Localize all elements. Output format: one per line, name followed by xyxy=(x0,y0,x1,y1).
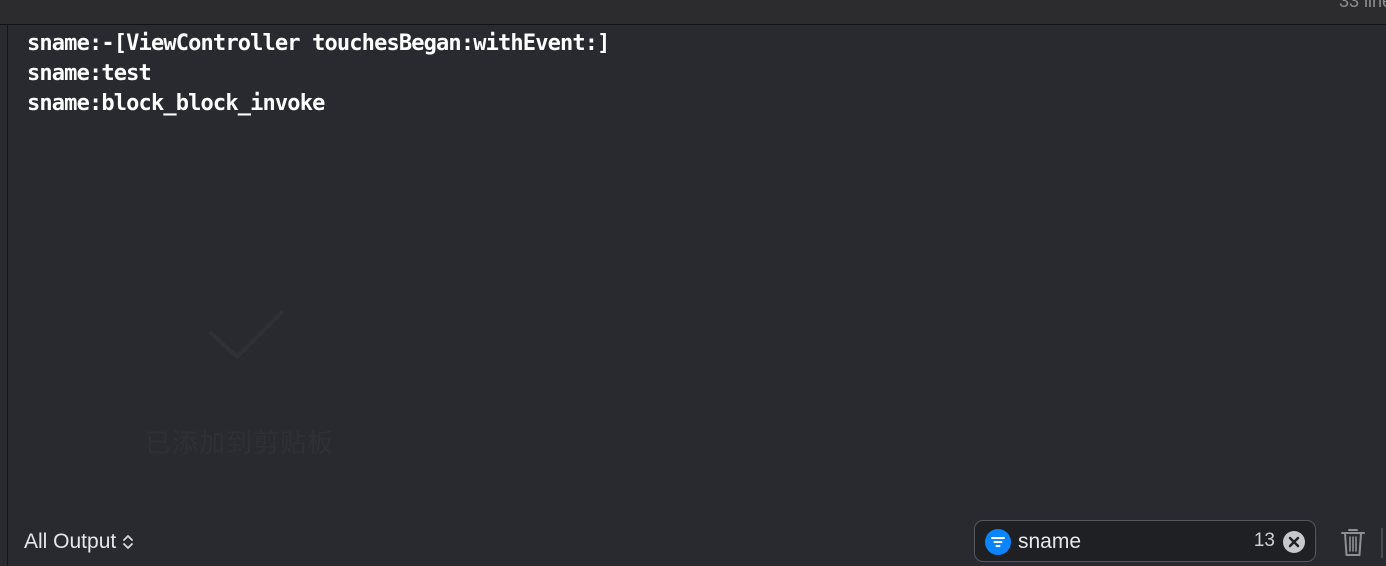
left-divider xyxy=(7,25,8,566)
checkmark-icon xyxy=(209,311,283,359)
trash-icon[interactable] xyxy=(1340,526,1366,558)
log-line: sname:-[ViewController touchesBegan:with… xyxy=(27,31,610,56)
filter-glyph xyxy=(991,537,1005,547)
chevron-up-down-icon xyxy=(123,535,134,549)
toolbar-divider xyxy=(1381,528,1383,558)
clear-glyph xyxy=(1288,536,1300,548)
debug-console-window: 33 line sname:-[ViewController touchesBe… xyxy=(0,0,1386,566)
output-scope-label: All Output xyxy=(24,530,117,553)
log-line: sname:test xyxy=(27,61,152,86)
log-line: sname:block_block_invoke xyxy=(27,91,325,116)
console-filter-field[interactable]: 13 xyxy=(974,520,1316,562)
filter-icon[interactable] xyxy=(985,529,1011,555)
line-count-label: 33 line xyxy=(1338,0,1386,11)
filter-input[interactable] xyxy=(1018,528,1238,556)
output-scope-selector[interactable]: All Output xyxy=(24,528,134,556)
copied-watermark-text: 已添加到剪贴板 xyxy=(145,429,335,459)
match-count-label: 13 xyxy=(1253,530,1275,551)
console-output[interactable]: sname:-[ViewController touchesBegan:with… xyxy=(27,29,1366,119)
trash-glyph xyxy=(1341,529,1365,556)
clear-icon[interactable] xyxy=(1283,531,1305,553)
console-top-bar: 33 line xyxy=(0,0,1386,25)
